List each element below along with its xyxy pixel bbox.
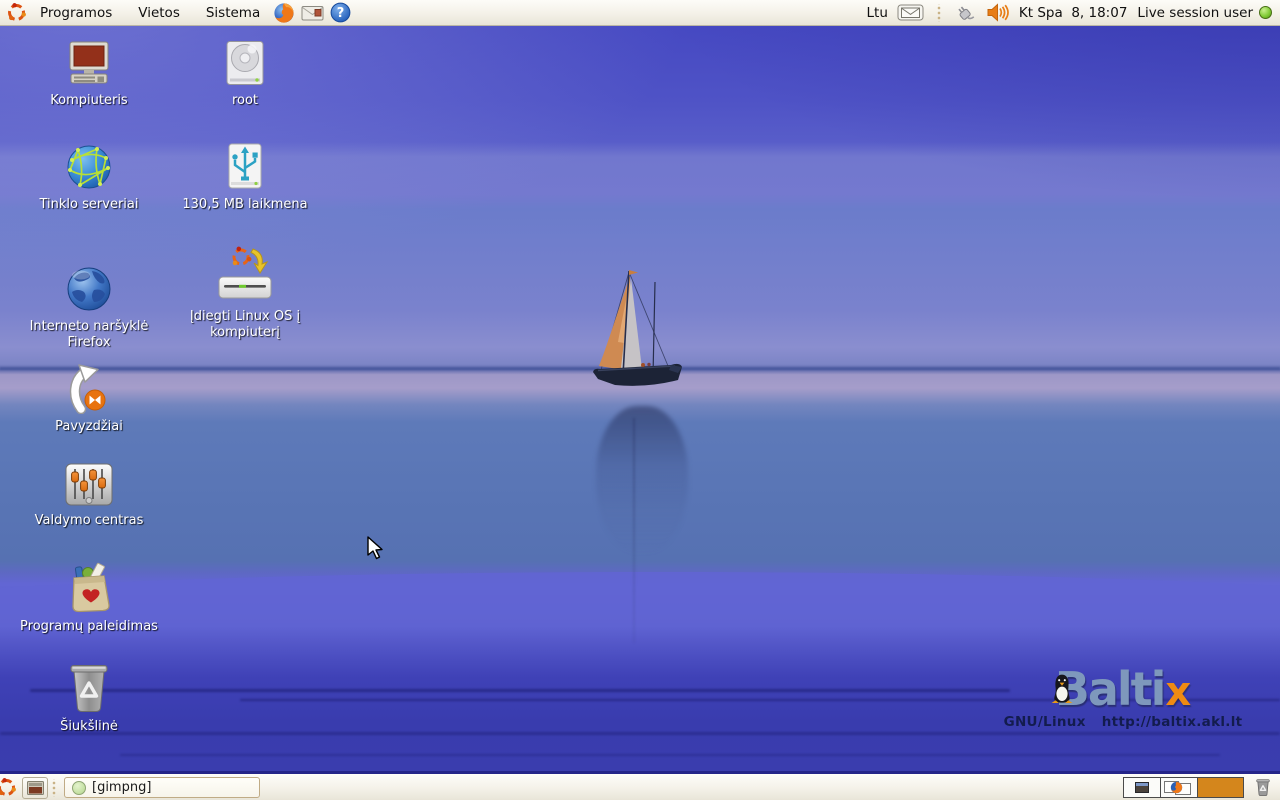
sailboat	[585, 266, 695, 406]
firefox-mini-icon	[1170, 781, 1183, 794]
trash-icon[interactable]	[1252, 775, 1274, 800]
computer-icon	[65, 40, 113, 88]
panel-handle	[50, 779, 58, 797]
baltix-swirl-icon	[0, 775, 20, 800]
install-drive-icon	[216, 246, 274, 304]
desktop-icon-label: Tinklo serveriai	[40, 197, 139, 213]
mast-reflection	[633, 418, 635, 643]
desktop-icon-label: Įdiegti Linux OS į kompiuterį	[174, 309, 316, 341]
workspace-switcher	[1123, 777, 1244, 798]
baltix-logo: Baltix	[998, 658, 1248, 712]
keyboard-layout-indicator[interactable]: Ltu	[867, 5, 888, 21]
logo-text-x: x	[1165, 672, 1191, 712]
desktop-icon-siuksline[interactable]: Šiukšlinė	[13, 662, 165, 735]
desktop-icon-laikmena[interactable]: 130,5 MB laikmena	[169, 142, 321, 213]
menu-vietos[interactable]: Vietos	[128, 0, 190, 25]
desktop-icon-label: root	[232, 93, 258, 109]
menu-sistema[interactable]: Sistema	[196, 0, 270, 25]
examples-link-icon	[64, 362, 114, 414]
workspace-2[interactable]	[1161, 778, 1198, 797]
user-switcher[interactable]: Live session user	[1137, 5, 1253, 21]
water-streak	[0, 732, 1280, 735]
window-thumbnail	[1135, 782, 1149, 793]
clock[interactable]: Kt Spa 8, 18:07	[1019, 5, 1128, 21]
desktop-icon-programu-paleidimas[interactable]: Programų paleidimas	[13, 562, 165, 635]
gnu-linux-text: GNU/Linux	[1004, 714, 1086, 730]
desktop-icon-label: Šiukšlinė	[60, 719, 118, 735]
desktop-screen: Programos Vietos Sistema ?	[0, 0, 1280, 800]
workspace-3-active[interactable]	[1198, 778, 1243, 797]
taskbar-window-button[interactable]: [gimpng]	[64, 777, 260, 798]
workspace-1[interactable]	[1124, 778, 1161, 797]
top-panel: Programos Vietos Sistema ?	[0, 0, 1280, 26]
desktop-icon-label: Kompiuteris	[50, 93, 127, 109]
water-streak	[120, 754, 1220, 756]
control-sliders-icon	[64, 462, 114, 508]
desktop-icon-install-linux[interactable]: Įdiegti Linux OS į kompiuterį	[169, 246, 321, 341]
svg-text:?: ?	[337, 6, 345, 21]
show-desktop-button[interactable]	[22, 777, 48, 799]
menu-sistema-label: Sistema	[206, 5, 260, 21]
mail-envelope-icon[interactable]	[894, 0, 927, 25]
baltix-branding: Baltix GNU/Linux http://baltix.akl.lt	[998, 658, 1248, 730]
taskbar-window-label: [gimpng]	[92, 780, 151, 795]
desktop-icon-label: Valdymo centras	[35, 513, 144, 529]
trash-can-icon	[66, 662, 112, 714]
penguin-icon	[1050, 672, 1074, 710]
system-tray: Ltu	[867, 0, 1280, 25]
logo-text-alti: alti	[1088, 666, 1165, 712]
menu-programos-label: Programos	[40, 5, 112, 21]
water-streak	[30, 689, 1010, 692]
desktop-icon-label: 130,5 MB laikmena	[182, 197, 307, 213]
software-bag-icon	[65, 562, 113, 614]
menu-programos[interactable]: Programos	[30, 0, 122, 25]
desktop-icon-label: Interneto naršyklė Firefox	[18, 319, 160, 351]
boat-reflection	[596, 406, 688, 556]
baltix-swirl-icon	[0, 0, 30, 25]
menu-vietos-label: Vietos	[138, 5, 180, 21]
desktop-icon-pavyzdziai[interactable]: Pavyzdžiai	[13, 362, 165, 435]
usb-drive-icon	[222, 142, 268, 192]
desktop-icon-root[interactable]: root	[169, 40, 321, 109]
network-globe-icon	[64, 142, 114, 192]
firefox-icon[interactable]	[270, 0, 298, 25]
bottom-panel: [gimpng]	[0, 774, 1280, 800]
desktop-icon-valdymo-centras[interactable]: Valdymo centras	[13, 462, 165, 529]
plug-icon[interactable]	[951, 0, 978, 25]
presence-status-icon[interactable]	[1259, 6, 1272, 19]
desktop-icon-label: Pavyzdžiai	[55, 419, 123, 435]
harddisk-icon	[223, 40, 267, 88]
mouse-cursor	[365, 536, 386, 560]
show-desktop-icon	[27, 781, 44, 795]
speaker-icon[interactable]	[984, 0, 1013, 25]
earth-globe-icon	[64, 264, 114, 314]
desktop-icon-firefox[interactable]: Interneto naršyklė Firefox	[13, 264, 165, 351]
desktop-icon-kompiuteris[interactable]: Kompiuteris	[13, 40, 165, 109]
desktop-wallpaper: Baltix GNU/Linux http://baltix.akl.lt Ko…	[0, 26, 1280, 774]
green-status-circle	[72, 781, 86, 795]
desktop-icon-label: Programų paleidimas	[20, 619, 158, 635]
baltix-tagline: GNU/Linux http://baltix.akl.lt	[998, 714, 1248, 730]
mail-icon[interactable]	[298, 0, 327, 25]
baltix-url-text: http://baltix.akl.lt	[1102, 714, 1243, 730]
help-icon[interactable]: ?	[327, 0, 354, 25]
desktop-icon-tinklo-serveriai[interactable]: Tinklo serveriai	[13, 142, 165, 213]
panel-handle	[935, 4, 943, 22]
